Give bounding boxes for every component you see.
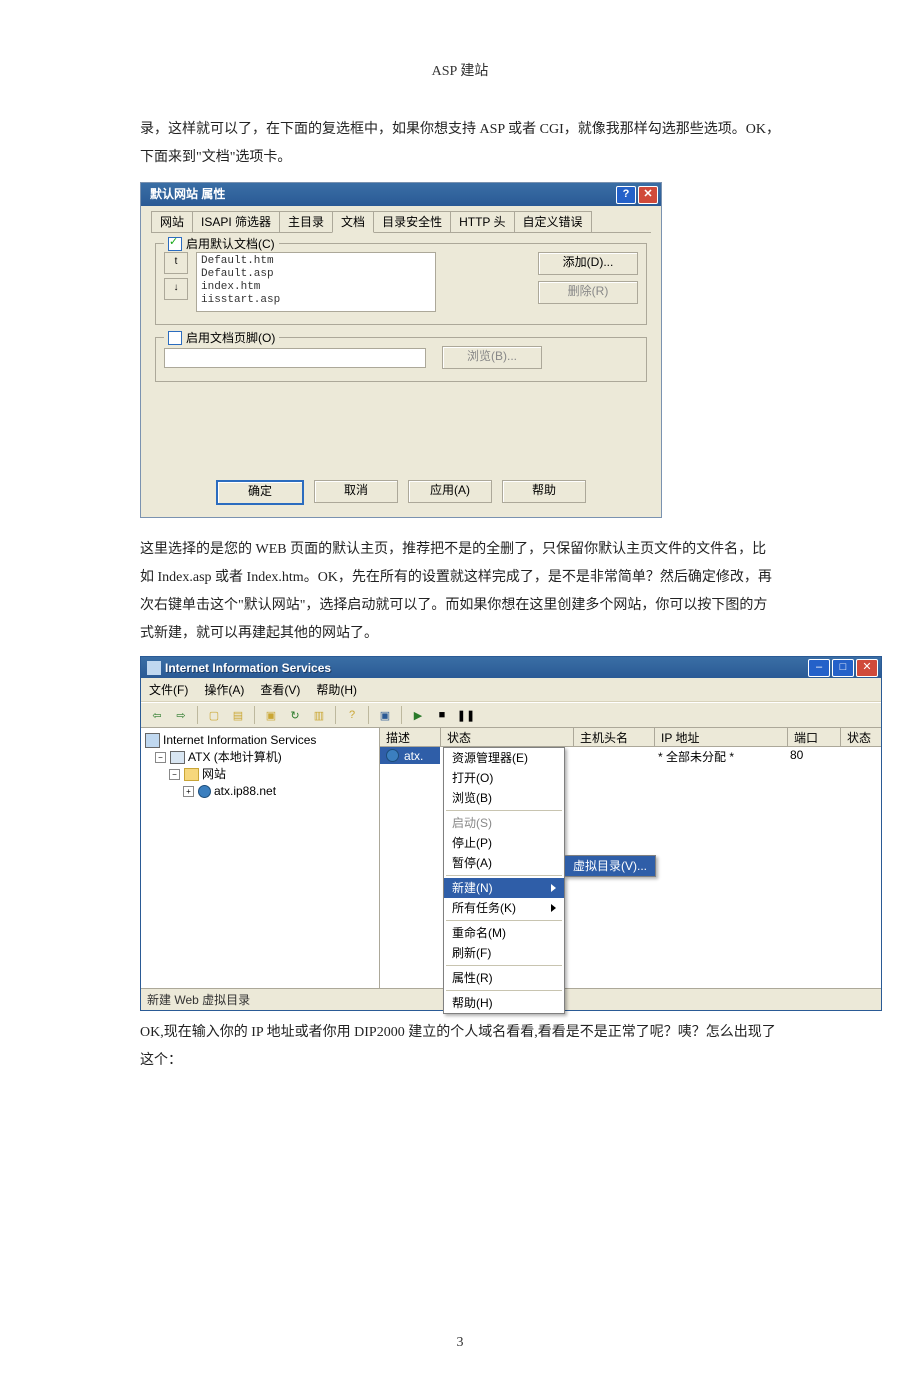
footer-path-input[interactable] bbox=[164, 348, 426, 368]
paragraph-3: OK,现在输入你的 IP 地址或者你用 DIP2000 建立的个人域名看看,看看… bbox=[140, 1019, 780, 1075]
default-documents-list[interactable]: Default.htm Default.asp index.htm iissta… bbox=[196, 252, 436, 312]
iis-titlebar[interactable]: Internet Information Services – □ ✕ bbox=[141, 657, 881, 678]
apply-button[interactable]: 应用(A) bbox=[408, 480, 492, 503]
help-button[interactable]: 帮助 bbox=[502, 480, 586, 503]
tab-documents[interactable]: 文档 bbox=[332, 211, 374, 233]
enable-default-doc-label: 启用默认文档(C) bbox=[186, 235, 275, 252]
tree-root[interactable]: Internet Information Services bbox=[145, 732, 375, 749]
back-icon[interactable]: ⇦ bbox=[147, 705, 167, 725]
ok-button[interactable]: 确定 bbox=[216, 480, 304, 505]
dialog-titlebar[interactable]: 默认网站 属性 ? ✕ bbox=[141, 183, 661, 206]
enable-doc-footer-checkbox[interactable] bbox=[168, 331, 182, 345]
ctx-browse[interactable]: 浏览(B) bbox=[444, 788, 564, 808]
maximize-icon[interactable]: □ bbox=[832, 659, 854, 677]
list-header: 描述 状态 主机头名 IP 地址 端口 状态 bbox=[380, 728, 881, 747]
list-item[interactable]: iisstart.asp bbox=[201, 294, 431, 307]
enable-doc-footer-label: 启用文档页脚(O) bbox=[186, 329, 275, 346]
help-icon[interactable]: ? bbox=[616, 186, 636, 204]
tree-site[interactable]: + atx.ip88.net bbox=[145, 783, 375, 800]
minimize-icon[interactable]: – bbox=[808, 659, 830, 677]
pause-icon[interactable]: ❚❚ bbox=[456, 705, 476, 725]
default-document-group: 启用默认文档(C) t ↓ Default.htm Default.asp in… bbox=[155, 243, 647, 325]
ctx-open[interactable]: 打开(O) bbox=[444, 768, 564, 788]
enable-default-doc-checkbox[interactable] bbox=[168, 237, 182, 251]
refresh-icon[interactable]: ↻ bbox=[285, 705, 305, 725]
tab-httpheaders[interactable]: HTTP 头 bbox=[450, 211, 514, 232]
app-icon bbox=[147, 661, 161, 675]
ctx-start: 启动(S) bbox=[444, 813, 564, 833]
ctx-new[interactable]: 新建(N) bbox=[444, 878, 564, 898]
globe-icon bbox=[198, 785, 211, 798]
toolbar: ⇦ ⇨ ▢ ▤ ▣ ↻ ▥ ? ▣ ▶ ■ ❚❚ bbox=[141, 702, 881, 728]
help-toolbar-icon[interactable]: ? bbox=[342, 705, 362, 725]
connect-icon[interactable]: ▣ bbox=[375, 705, 395, 725]
remove-button[interactable]: 删除(R) bbox=[538, 281, 638, 304]
ctx-pause[interactable]: 暂停(A) bbox=[444, 853, 564, 873]
tab-customerrors[interactable]: 自定义错误 bbox=[514, 211, 592, 232]
col-port[interactable]: 端口 bbox=[788, 728, 841, 746]
ctx-refresh[interactable]: 刷新(F) bbox=[444, 943, 564, 963]
properties-icon[interactable]: ▣ bbox=[261, 705, 281, 725]
context-menu[interactable]: 资源管理器(E) 打开(O) 浏览(B) 启动(S) 停止(P) 暂停(A) 新… bbox=[443, 747, 565, 1014]
ctx-stop[interactable]: 停止(P) bbox=[444, 833, 564, 853]
col-desc[interactable]: 描述 bbox=[380, 728, 441, 746]
ctx-help[interactable]: 帮助(H) bbox=[444, 993, 564, 1013]
submenu-virtual-dir[interactable]: 虚拟目录(V)... bbox=[564, 855, 656, 877]
ctx-explorer[interactable]: 资源管理器(E) bbox=[444, 748, 564, 768]
col-state[interactable]: 状态 bbox=[841, 728, 881, 746]
list-item[interactable]: index.htm bbox=[201, 281, 431, 294]
browse-button[interactable]: 浏览(B)... bbox=[442, 346, 542, 369]
tab-security[interactable]: 目录安全性 bbox=[373, 211, 451, 232]
menu-action[interactable]: 操作(A) bbox=[204, 681, 244, 698]
tree-pane[interactable]: Internet Information Services − ATX (本地计… bbox=[141, 728, 380, 988]
tab-strip: 网站 ISAPI 筛选器 主目录 文档 目录安全性 HTTP 头 自定义错误 bbox=[151, 210, 651, 233]
tab-homedir[interactable]: 主目录 bbox=[279, 211, 333, 232]
dialog-title-text: 默认网站 属性 bbox=[144, 183, 225, 206]
page-header: ASP 建站 bbox=[140, 60, 780, 80]
move-up-button[interactable]: t bbox=[164, 252, 188, 274]
list-view-icon[interactable]: ▤ bbox=[228, 705, 248, 725]
paragraph-2: 这里选择的是您的 WEB 页面的默认主页，推荐把不是的全删了，只保留你默认主页文… bbox=[140, 536, 780, 648]
tree-computer[interactable]: − ATX (本地计算机) bbox=[145, 749, 375, 766]
menu-view[interactable]: 查看(V) bbox=[260, 681, 300, 698]
list-pane[interactable]: 描述 状态 主机头名 IP 地址 端口 状态 atx. * 全部未分配 * 80 bbox=[380, 728, 881, 988]
cancel-button[interactable]: 取消 bbox=[314, 480, 398, 503]
col-status[interactable]: 状态 bbox=[441, 728, 574, 746]
menu-bar: 文件(F) 操作(A) 查看(V) 帮助(H) bbox=[141, 678, 881, 702]
page-number: 3 bbox=[140, 1335, 780, 1351]
iis-window: Internet Information Services – □ ✕ 文件(F… bbox=[140, 656, 882, 1011]
paragraph-1: 录，这样就可以了，在下面的复选框中，如果你想支持 ASP 或者 CGI，就像我那… bbox=[140, 116, 780, 172]
col-host[interactable]: 主机头名 bbox=[574, 728, 655, 746]
close-icon[interactable]: ✕ bbox=[856, 659, 878, 677]
ctx-rename[interactable]: 重命名(M) bbox=[444, 923, 564, 943]
chevron-right-icon bbox=[551, 904, 556, 912]
ctx-alltask[interactable]: 所有任务(K) bbox=[444, 898, 564, 918]
folder-icon bbox=[184, 768, 199, 781]
up-folder-icon[interactable]: ▢ bbox=[204, 705, 224, 725]
tab-isapi[interactable]: ISAPI 筛选器 bbox=[192, 211, 280, 232]
iis-title-text: Internet Information Services bbox=[165, 661, 331, 675]
tab-website[interactable]: 网站 bbox=[151, 211, 193, 232]
properties-dialog: 默认网站 属性 ? ✕ 网站 ISAPI 筛选器 主目录 文档 目录安全性 HT… bbox=[140, 182, 662, 518]
forward-icon[interactable]: ⇨ bbox=[171, 705, 191, 725]
chevron-right-icon bbox=[551, 884, 556, 892]
close-icon[interactable]: ✕ bbox=[638, 186, 658, 204]
menu-help[interactable]: 帮助(H) bbox=[316, 681, 357, 698]
list-item[interactable]: Default.asp bbox=[201, 268, 431, 281]
ctx-props[interactable]: 属性(R) bbox=[444, 968, 564, 988]
col-ip[interactable]: IP 地址 bbox=[655, 728, 788, 746]
move-down-button[interactable]: ↓ bbox=[164, 278, 188, 300]
list-item[interactable]: Default.htm bbox=[201, 255, 431, 268]
add-button[interactable]: 添加(D)... bbox=[538, 252, 638, 275]
tree-websites[interactable]: − 网站 bbox=[145, 766, 375, 783]
play-icon[interactable]: ▶ bbox=[408, 705, 428, 725]
stop-icon[interactable]: ■ bbox=[432, 705, 452, 725]
computer-icon bbox=[170, 751, 185, 764]
menu-file[interactable]: 文件(F) bbox=[149, 681, 188, 698]
export-icon[interactable]: ▥ bbox=[309, 705, 329, 725]
globe-icon bbox=[386, 749, 399, 762]
document-footer-group: 启用文档页脚(O) 浏览(B)... bbox=[155, 337, 647, 382]
